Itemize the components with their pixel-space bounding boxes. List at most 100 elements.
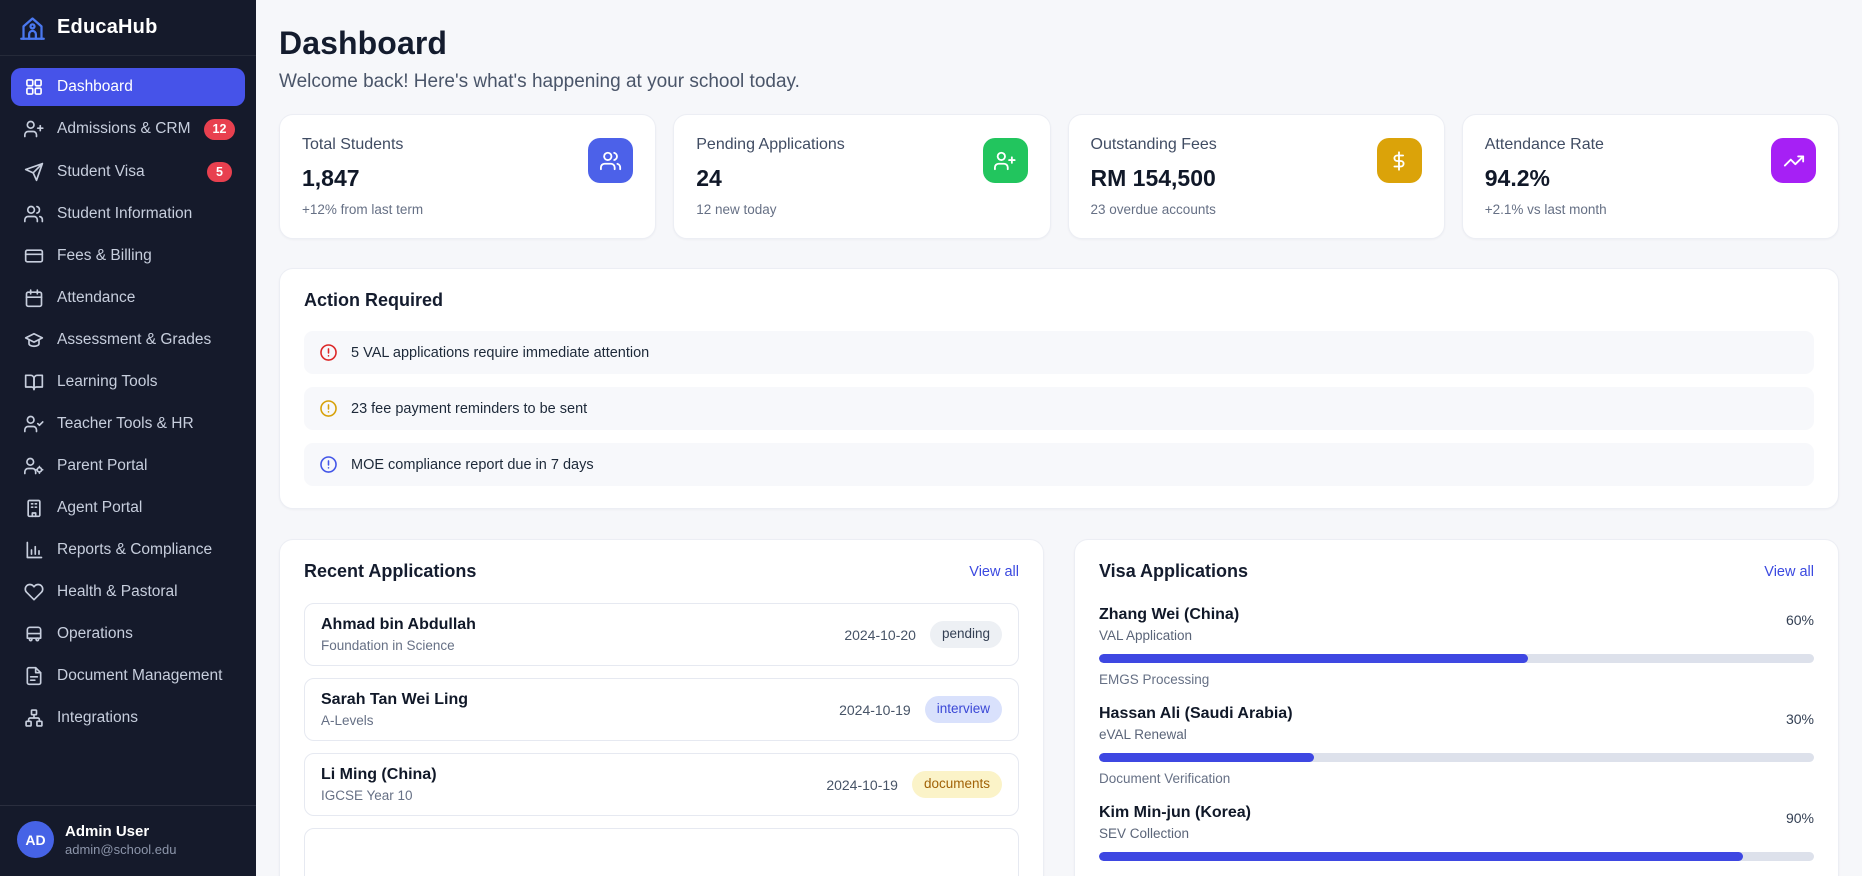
recent-applications-list: Ahmad bin Abdullah Foundation in Science…: [304, 603, 1019, 876]
heart-icon: [24, 582, 44, 602]
stat-label: Attendance Rate: [1485, 136, 1607, 154]
sidebar-nav: Dashboard Admissions & CRM 12 Student Visa5…: [0, 56, 256, 753]
action-item-text: 5 VAL applications require immediate att…: [351, 345, 649, 361]
stat-card-total-students: Total Students 1,847 +12% from last term: [279, 114, 656, 239]
application-row[interactable]: Ahmad bin Abdullah Foundation in Science…: [304, 603, 1019, 666]
status-badge: interview: [925, 696, 1002, 722]
brand: EducaHub: [0, 0, 256, 56]
bar-chart-icon: [24, 540, 44, 560]
app-root: EducaHub Dashboard Admissions & CRM 12 Stud…: [0, 0, 1862, 876]
users-icon: [24, 204, 44, 224]
sidebar-item-label: Learning Tools: [57, 373, 158, 391]
user-plus-icon: [24, 119, 44, 139]
sidebar-item-label: Attendance: [57, 289, 135, 307]
visa-type: eVAL Renewal: [1099, 727, 1293, 742]
notification-badge: 12: [204, 119, 236, 140]
sidebar-item-reports-compliance[interactable]: Reports & Compliance: [11, 531, 245, 569]
progress-bar-fill: [1099, 753, 1314, 762]
user-name: Admin User: [65, 823, 176, 840]
credit-card-icon: [24, 246, 44, 266]
sidebar-item-document-management[interactable]: Document Management: [11, 657, 245, 695]
alert-circle-icon: [319, 455, 338, 474]
sidebar-item-integrations[interactable]: Integrations: [11, 699, 245, 737]
stat-subtext: +2.1% vs last month: [1485, 202, 1607, 217]
action-required-title: Action Required: [304, 290, 1814, 311]
visa-type: SEV Collection: [1099, 826, 1251, 841]
document-icon: [24, 666, 44, 686]
status-badge: pending: [930, 621, 1002, 647]
application-date: 2024-10-19: [839, 702, 911, 718]
stat-label: Pending Applications: [696, 136, 845, 154]
sidebar-item-operations[interactable]: Operations: [11, 615, 245, 653]
visa-applications-list: Zhang Wei (China) VAL Application 60% EM…: [1099, 606, 1814, 861]
application-row-partial[interactable]: [304, 828, 1019, 876]
visa-progress-percent: 90%: [1786, 810, 1814, 826]
sidebar-item-health-pastoral[interactable]: Health & Pastoral: [11, 573, 245, 611]
visa-applications-view-all-link[interactable]: View all: [1764, 564, 1814, 580]
stat-card-outstanding-fees: Outstanding Fees RM 154,500 23 overdue a…: [1068, 114, 1445, 239]
stat-label: Outstanding Fees: [1091, 136, 1217, 154]
sidebar-item-label: Integrations: [57, 709, 138, 727]
user-gear-icon: [24, 456, 44, 476]
action-item[interactable]: MOE compliance report due in 7 days: [304, 443, 1814, 486]
visa-applications-title: Visa Applications: [1099, 561, 1248, 582]
visa-applications-card: Visa Applications View all Zhang Wei (Ch…: [1074, 539, 1839, 876]
sidebar-item-admissions-crm[interactable]: Admissions & CRM 12: [11, 110, 245, 149]
application-row[interactable]: Li Ming (China) IGCSE Year 10 2024-10-19…: [304, 753, 1019, 816]
stat-value: 24: [696, 165, 845, 192]
action-item-text: 23 fee payment reminders to be sent: [351, 401, 587, 417]
sidebar-item-label: Reports & Compliance: [57, 541, 212, 559]
visa-applicant-name: Hassan Ali (Saudi Arabia): [1099, 705, 1293, 723]
sidebar-item-fees-billing[interactable]: Fees & Billing: [11, 237, 245, 275]
applicant-program: Foundation in Science: [321, 638, 476, 653]
sidebar-item-label: Fees & Billing: [57, 247, 152, 265]
sidebar-item-assessment-grades[interactable]: Assessment & Grades: [11, 321, 245, 359]
book-open-icon: [24, 372, 44, 392]
action-item[interactable]: 5 VAL applications require immediate att…: [304, 331, 1814, 374]
user-profile[interactable]: AD Admin User admin@school.edu: [0, 805, 256, 876]
sidebar-item-label: Student Visa: [57, 163, 145, 181]
application-row[interactable]: Sarah Tan Wei Ling A-Levels 2024-10-19 i…: [304, 678, 1019, 741]
applicant-program: A-Levels: [321, 713, 468, 728]
stat-cards: Total Students 1,847 +12% from last term…: [279, 114, 1839, 239]
action-required-list: 5 VAL applications require immediate att…: [304, 331, 1814, 486]
sidebar-item-dashboard[interactable]: Dashboard: [11, 68, 245, 106]
alert-circle-icon: [319, 343, 338, 362]
visa-stage: Document Verification: [1099, 771, 1814, 786]
stat-subtext: 23 overdue accounts: [1091, 202, 1217, 217]
users-icon: [588, 138, 633, 183]
visa-applicant-name: Kim Min-jun (Korea): [1099, 804, 1251, 822]
applicant-program: IGCSE Year 10: [321, 788, 437, 803]
page-title: Dashboard: [279, 25, 1839, 62]
sidebar-item-label: Operations: [57, 625, 133, 643]
action-required-card: Action Required 5 VAL applications requi…: [279, 268, 1839, 509]
brand-name: EducaHub: [57, 16, 158, 39]
sidebar-item-teacher-tools-hr[interactable]: Teacher Tools & HR: [11, 405, 245, 443]
progress-bar: [1099, 852, 1814, 861]
stat-value: RM 154,500: [1091, 165, 1217, 192]
sidebar-item-attendance[interactable]: Attendance: [11, 279, 245, 317]
visa-type: VAL Application: [1099, 628, 1239, 643]
trending-up-icon: [1771, 138, 1816, 183]
sidebar-item-student-visa[interactable]: Student Visa5: [11, 153, 245, 192]
main-content: Dashboard Welcome back! Here's what's ha…: [256, 0, 1862, 876]
visa-application-item: Kim Min-jun (Korea) SEV Collection 90%: [1099, 804, 1814, 861]
action-item-text: MOE compliance report due in 7 days: [351, 457, 594, 473]
avatar: AD: [17, 821, 54, 858]
sidebar-item-parent-portal[interactable]: Parent Portal: [11, 447, 245, 485]
applicant-name: Ahmad bin Abdullah: [321, 616, 476, 634]
action-item[interactable]: 23 fee payment reminders to be sent: [304, 387, 1814, 430]
stat-card-attendance-rate: Attendance Rate 94.2% +2.1% vs last mont…: [1462, 114, 1839, 239]
page-subtitle: Welcome back! Here's what's happening at…: [279, 71, 1839, 93]
alert-circle-icon: [319, 399, 338, 418]
school-icon: [19, 14, 46, 41]
sidebar-item-label: Agent Portal: [57, 499, 142, 517]
recent-applications-view-all-link[interactable]: View all: [969, 564, 1019, 580]
stat-subtext: 12 new today: [696, 202, 845, 217]
sidebar-item-learning-tools[interactable]: Learning Tools: [11, 363, 245, 401]
stat-value: 1,847: [302, 165, 423, 192]
sidebar-item-label: Teacher Tools & HR: [57, 415, 194, 433]
sidebar-item-agent-portal[interactable]: Agent Portal: [11, 489, 245, 527]
sidebar-item-student-information[interactable]: Student Information: [11, 195, 245, 233]
sidebar-item-label: Admissions & CRM: [57, 120, 191, 138]
